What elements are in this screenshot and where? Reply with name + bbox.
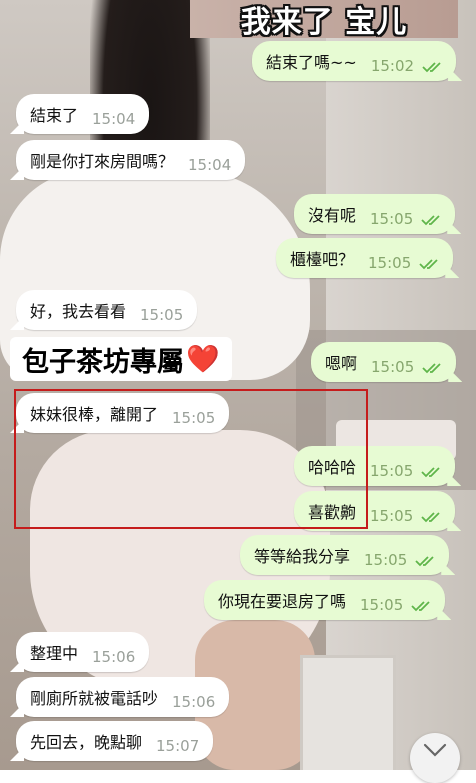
message-bubble-outgoing[interactable]: 沒有呢 15:05 — [294, 194, 456, 234]
highlight-box — [14, 389, 368, 529]
scroll-to-bottom-button[interactable] — [410, 733, 460, 783]
message-bubble-outgoing[interactable]: 等等給我分享 15:05 — [240, 535, 450, 575]
message-text: 先回去，晚點聊 — [30, 733, 143, 752]
message-time: 15:07 — [156, 737, 200, 755]
double-check-icon — [419, 258, 441, 270]
message-bubble-outgoing[interactable]: 嗯啊 15:05 — [311, 342, 457, 382]
message-time: 15:04 — [188, 156, 232, 174]
message-text: 等等給我分享 — [254, 547, 351, 566]
message-time: 15:05 — [370, 210, 414, 228]
message-text: 你現在要退房了嗎 — [218, 592, 347, 611]
message-bubble-outgoing[interactable]: 櫃檯吧？ 15:05 — [276, 238, 454, 278]
message-text: 剛是你打來房間嗎？ — [30, 152, 175, 171]
heart-icon: ❤️ — [186, 344, 220, 375]
sticker-text: 我来了 宝儿 — [240, 5, 408, 40]
message-text: 櫃檯吧？ — [290, 250, 355, 269]
message-bubble-incoming[interactable]: 整理中 15:06 — [16, 632, 150, 672]
message-text: 好，我去看看 — [30, 302, 127, 321]
double-check-icon — [421, 466, 443, 478]
double-check-icon — [422, 362, 444, 374]
double-check-icon — [422, 61, 444, 73]
message-bubble-outgoing[interactable]: 結束了嗎~~ 15:02 — [252, 41, 457, 81]
message-bubble-incoming[interactable]: 先回去，晚點聊 15:07 — [16, 721, 214, 761]
message-bubble-incoming[interactable]: 剛廁所就被電話吵 15:06 — [16, 677, 230, 717]
message-time: 15:05 — [370, 507, 414, 525]
message-time: 15:04 — [92, 110, 136, 128]
message-time: 15:05 — [370, 462, 414, 480]
sticker-banner: 我来了 宝儿 — [190, 0, 458, 40]
double-check-icon — [415, 555, 437, 567]
double-check-icon — [421, 214, 443, 226]
message-bubble-outgoing[interactable]: 你現在要退房了嗎 15:05 — [204, 580, 446, 620]
message-text: 結束了嗎~~ — [266, 53, 357, 72]
double-check-icon — [411, 600, 433, 612]
caption-text: 包子茶坊專屬 — [22, 346, 184, 378]
message-bubble-incoming[interactable]: 結束了 15:04 — [16, 94, 150, 134]
message-time: 15:05 — [371, 358, 415, 376]
photo-caption: 包子茶坊專屬 ❤️ — [10, 337, 232, 381]
message-text: 結束了 — [30, 106, 79, 125]
message-time: 15:02 — [370, 57, 415, 75]
message-text: 嗯啊 — [325, 354, 358, 373]
chevron-down-icon — [423, 743, 447, 757]
message-text: 沒有呢 — [308, 206, 357, 225]
message-time: 15:06 — [172, 693, 216, 711]
message-time: 15:06 — [92, 648, 136, 666]
message-time: 15:05 — [140, 306, 184, 324]
message-bubble-incoming[interactable]: 好，我去看看 15:05 — [16, 290, 198, 330]
message-time: 15:05 — [360, 596, 404, 614]
message-text: 整理中 — [30, 644, 79, 663]
message-time: 15:05 — [368, 254, 412, 272]
message-bubble-incoming[interactable]: 剛是你打來房間嗎？ 15:04 — [16, 140, 246, 180]
message-time: 15:05 — [364, 551, 408, 569]
double-check-icon — [421, 511, 443, 523]
message-text: 剛廁所就被電話吵 — [30, 689, 159, 708]
